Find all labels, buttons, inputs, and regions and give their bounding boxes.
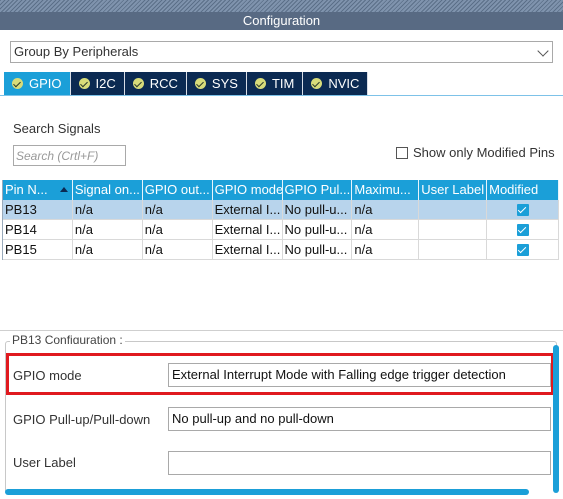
cell-mode: External I... xyxy=(213,200,283,219)
checked-checkbox-icon[interactable] xyxy=(516,203,529,216)
grouping-selected: Group By Peripherals xyxy=(14,44,139,59)
gpio-pull-field[interactable]: No pull-up and no pull-down xyxy=(168,407,551,431)
cell-user-label xyxy=(419,220,488,239)
cell-pull: No pull-u... xyxy=(283,200,353,219)
cell-pull: No pull-u... xyxy=(283,220,353,239)
cell-modified[interactable] xyxy=(487,220,559,239)
user-label-field[interactable] xyxy=(168,451,551,475)
panel-divider xyxy=(0,330,563,331)
check-circle-icon xyxy=(194,78,206,89)
gpio-pull-label: GPIO Pull-up/Pull-down xyxy=(13,412,151,427)
table-row[interactable]: PB13 n/a n/a External I... No pull-u... … xyxy=(3,200,559,220)
cell-signal: n/a xyxy=(73,220,143,239)
table-row[interactable]: PB14 n/a n/a External I... No pull-u... … xyxy=(3,220,559,240)
user-label-label: User Label xyxy=(13,455,76,470)
vertical-scrollbar[interactable] xyxy=(553,345,559,493)
cell-max-speed: n/a xyxy=(352,200,420,219)
search-label: Search Signals xyxy=(13,121,101,136)
check-circle-icon xyxy=(254,78,266,89)
horizontal-scrollbar[interactable] xyxy=(5,489,529,495)
cell-signal: n/a xyxy=(73,200,143,219)
column-gpio-output[interactable]: GPIO out... xyxy=(143,180,213,200)
tab-gpio[interactable]: GPIO xyxy=(4,72,71,95)
cell-user-label xyxy=(419,240,488,259)
search-input[interactable] xyxy=(13,145,126,166)
cell-user-label xyxy=(419,200,488,219)
pin-table: Pin N... Signal on... GPIO out... GPIO m… xyxy=(2,180,559,260)
column-gpio-pull[interactable]: GPIO Pul... xyxy=(283,180,353,200)
table-row[interactable]: PB15 n/a n/a External I... No pull-u... … xyxy=(3,240,559,260)
highlight-box xyxy=(6,353,554,395)
column-user-label[interactable]: User Label xyxy=(419,180,488,200)
sort-ascending-icon xyxy=(59,187,68,192)
peripheral-tabs: GPIO I2C RCC SYS TIM NVIC xyxy=(4,72,369,95)
check-circle-icon xyxy=(78,78,90,89)
table-header: Pin N... Signal on... GPIO out... GPIO m… xyxy=(3,180,559,200)
cell-mode: External I... xyxy=(213,220,283,239)
cell-max-speed: n/a xyxy=(352,240,420,259)
cell-modified[interactable] xyxy=(487,200,559,219)
column-signal[interactable]: Signal on... xyxy=(73,180,143,200)
check-circle-icon xyxy=(311,78,323,89)
cell-pin: PB13 xyxy=(3,200,73,219)
column-gpio-mode[interactable]: GPIO mode xyxy=(213,180,283,200)
show-modified-label: Show only Modified Pins xyxy=(413,145,555,160)
cell-signal: n/a xyxy=(73,240,143,259)
window-hatch xyxy=(0,0,563,12)
column-max-speed[interactable]: Maximu... xyxy=(352,180,420,200)
tab-nvic[interactable]: NVIC xyxy=(303,72,369,95)
chevron-down-icon[interactable] xyxy=(537,45,549,57)
cell-pull: No pull-u... xyxy=(283,240,353,259)
tab-underline xyxy=(0,95,563,96)
cell-output: n/a xyxy=(143,240,213,259)
tab-rcc[interactable]: RCC xyxy=(124,72,187,95)
checked-checkbox-icon[interactable] xyxy=(516,243,529,256)
pin-configuration-title: PB13 Configuration : xyxy=(10,334,125,344)
tab-sys[interactable]: SYS xyxy=(186,72,247,95)
cell-pin: PB15 xyxy=(3,240,73,259)
tab-tim[interactable]: TIM xyxy=(246,72,304,95)
check-circle-icon xyxy=(132,78,144,89)
cell-modified[interactable] xyxy=(487,240,559,259)
checked-checkbox-icon[interactable] xyxy=(516,223,529,236)
cell-pin: PB14 xyxy=(3,220,73,239)
show-modified-checkbox[interactable] xyxy=(396,146,408,159)
check-circle-icon xyxy=(12,78,23,89)
tab-i2c[interactable]: I2C xyxy=(70,72,125,95)
show-modified-toggle[interactable]: Show only Modified Pins xyxy=(396,145,555,160)
cell-max-speed: n/a xyxy=(352,220,420,239)
grouping-dropdown[interactable]: Group By Peripherals xyxy=(10,41,553,63)
column-modified[interactable]: Modified xyxy=(487,180,559,200)
panel-title: Configuration xyxy=(0,12,563,30)
column-pin-name[interactable]: Pin N... xyxy=(3,180,73,200)
cell-mode: External I... xyxy=(213,240,283,259)
cell-output: n/a xyxy=(143,200,213,219)
cell-output: n/a xyxy=(143,220,213,239)
